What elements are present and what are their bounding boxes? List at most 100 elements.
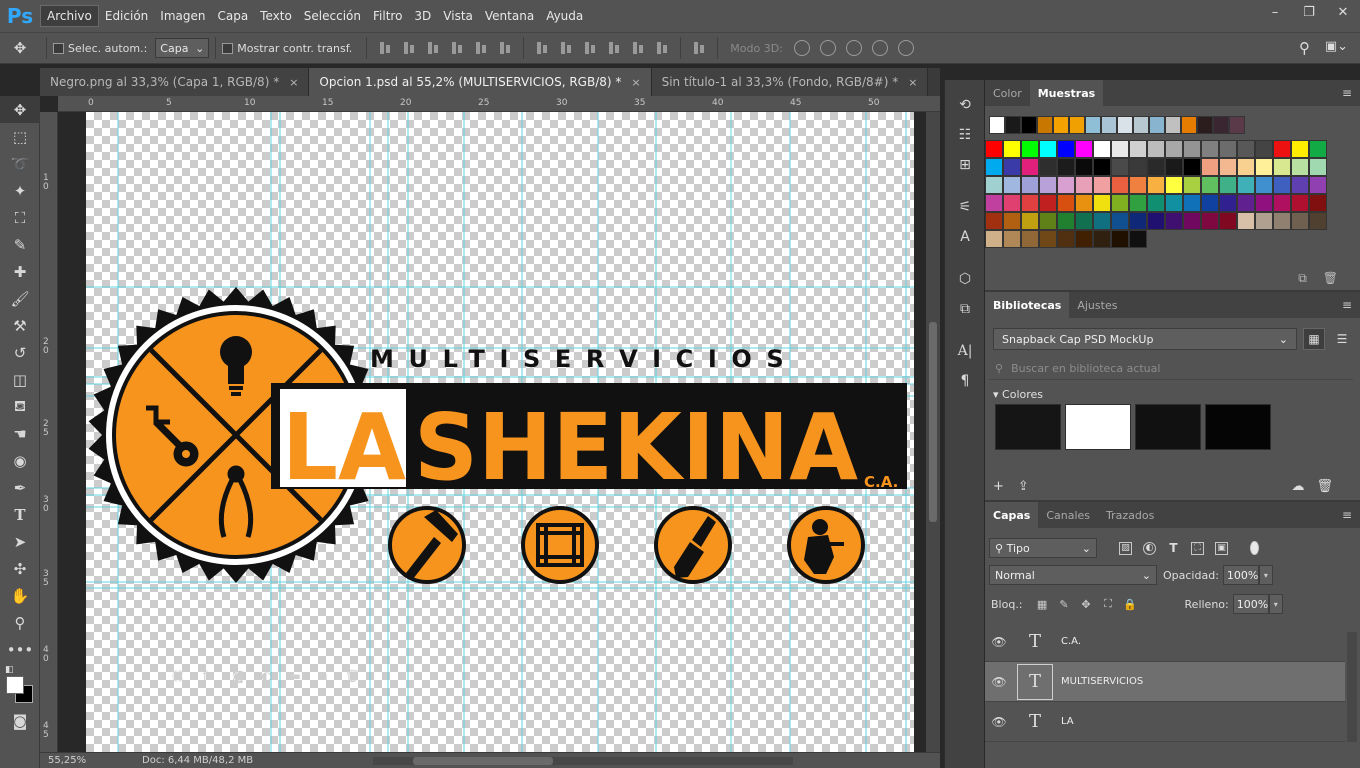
color-swatch[interactable] (1147, 194, 1165, 212)
paragraph-panel-icon[interactable]: ¶ (945, 366, 985, 396)
color-swatch[interactable] (1005, 116, 1021, 134)
color-swatch[interactable] (1273, 212, 1291, 230)
auto-select-target-dropdown[interactable]: Capa ⌄ (155, 38, 210, 58)
dodge-tool-icon[interactable]: ◉ (0, 447, 40, 474)
color-swatch[interactable] (1075, 176, 1093, 194)
color-swatch[interactable] (1273, 176, 1291, 194)
opacity-slider-toggle[interactable]: ▾ (1258, 565, 1273, 585)
move-tool-preset-icon[interactable]: ✥ (0, 35, 40, 62)
library-color-swatch[interactable] (995, 404, 1061, 450)
color-swatch[interactable] (1129, 140, 1147, 158)
color-swatch[interactable] (1219, 194, 1237, 212)
panel-menu-icon[interactable]: ≡ (1342, 86, 1352, 100)
color-swatch[interactable] (1021, 140, 1039, 158)
layers-scrollbar[interactable] (1347, 632, 1357, 742)
fx-icon[interactable]: fx (203, 669, 214, 683)
layer-row[interactable]: 👁 T MULTISERVICIOS (985, 662, 1345, 702)
tab-color[interactable]: Color (985, 80, 1030, 106)
color-swatch[interactable] (1021, 116, 1037, 134)
color-swatch[interactable] (1129, 230, 1147, 248)
move-tool-icon[interactable]: ✥ (0, 96, 40, 123)
new-layer-icon[interactable]: ⧉ (318, 669, 327, 684)
distribute-top-icon[interactable] (535, 41, 549, 55)
distribute-vertical-center-icon[interactable] (559, 41, 573, 55)
color-swatch[interactable] (1021, 194, 1039, 212)
color-swatch[interactable] (985, 194, 1003, 212)
layer-filter-dropdown[interactable]: ⚲ Tipo ⌄ (989, 538, 1097, 558)
hand-tool-icon[interactable]: ✋ (0, 582, 40, 609)
color-swatch[interactable] (1219, 176, 1237, 194)
color-swatch[interactable] (1075, 230, 1093, 248)
color-swatch[interactable] (985, 212, 1003, 230)
color-swatch[interactable] (1093, 140, 1111, 158)
trash-icon[interactable]: 🗑 (345, 669, 360, 683)
color-swatch[interactable] (1165, 176, 1183, 194)
color-swatch[interactable] (1291, 176, 1309, 194)
color-swatch[interactable] (1237, 176, 1255, 194)
menu-seleccion[interactable]: Selección (298, 5, 367, 27)
close-icon[interactable]: × (289, 76, 298, 89)
brush-presets-icon[interactable]: ⚟ (945, 192, 985, 222)
color-swatch[interactable] (1003, 230, 1021, 248)
3d-panel-icon[interactable]: ⬡ (945, 264, 985, 294)
lock-image-pixels-icon[interactable]: ✎ (1058, 598, 1071, 611)
type-layer-filter-icon[interactable]: T (1167, 541, 1180, 555)
more-tools-icon[interactable]: ••• (0, 636, 40, 663)
list-view-icon[interactable]: ☰ (1331, 328, 1353, 350)
filter-toggle-icon[interactable] (1250, 541, 1259, 555)
color-swatch[interactable] (1057, 230, 1075, 248)
link-layers-icon[interactable]: ⛓ (170, 669, 185, 683)
align-left-icon[interactable] (450, 41, 464, 55)
color-swatch[interactable] (1291, 140, 1309, 158)
eye-icon[interactable]: 👁 (985, 715, 1013, 729)
shape-layer-filter-icon[interactable]: ⛶ (1191, 541, 1204, 555)
fill-slider-toggle[interactable]: ▾ (1268, 594, 1283, 614)
color-swatch[interactable] (1237, 194, 1255, 212)
menu-edicion[interactable]: Edición (99, 5, 154, 27)
menu-capa[interactable]: Capa (211, 5, 254, 27)
color-swatch[interactable] (1309, 176, 1327, 194)
healing-brush-tool-icon[interactable]: ✚ (0, 258, 40, 285)
document-tab[interactable]: Sin título-1 al 33,3% (Fondo, RGB/8#) * × (651, 68, 929, 96)
timeline-panel-icon[interactable]: ⧉ (945, 294, 985, 324)
color-swatch[interactable] (1037, 116, 1053, 134)
menu-ayuda[interactable]: Ayuda (540, 5, 589, 27)
menu-filtro[interactable]: Filtro (367, 5, 408, 27)
tab-libraries[interactable]: Bibliotecas (985, 292, 1070, 318)
color-swatch[interactable] (1147, 176, 1165, 194)
color-swatch[interactable] (1219, 140, 1237, 158)
color-swatch[interactable] (1237, 212, 1255, 230)
color-swatch[interactable] (989, 116, 1005, 134)
color-swatch[interactable] (1101, 116, 1117, 134)
align-vertical-center-icon[interactable] (402, 41, 416, 55)
color-swatch[interactable] (1255, 176, 1273, 194)
close-button[interactable]: ✕ (1326, 0, 1360, 24)
library-dropdown[interactable]: Snapback Cap PSD MockUp ⌄ (993, 328, 1297, 350)
color-swatch[interactable] (1201, 212, 1219, 230)
trash-icon[interactable]: 🗑 (1316, 479, 1333, 494)
eye-icon[interactable]: 👁 (985, 635, 1013, 649)
scroll-thumb[interactable] (929, 322, 937, 522)
color-swatch[interactable] (1309, 140, 1327, 158)
roll-3d-icon[interactable] (819, 40, 836, 56)
default-colors-icon[interactable]: ◧ (5, 665, 14, 675)
color-swatch[interactable] (1057, 212, 1075, 230)
color-swatch[interactable] (1111, 230, 1129, 248)
menu-3d[interactable]: 3D (408, 5, 437, 27)
color-swatch[interactable] (1057, 194, 1075, 212)
color-swatch[interactable] (1147, 140, 1165, 158)
brush-tool-icon[interactable]: 🖌 (0, 285, 40, 312)
document-info[interactable]: Doc: 6,44 MB/48,2 MB (90, 755, 253, 766)
pen-tool-icon[interactable]: ✒ (0, 474, 40, 501)
menu-ventana[interactable]: Ventana (479, 5, 540, 27)
color-swatch[interactable] (1165, 194, 1183, 212)
pixel-layer-filter-icon[interactable]: ▨ (1119, 541, 1132, 555)
color-swatch[interactable] (1093, 212, 1111, 230)
lock-all-icon[interactable]: 🔒 (1123, 598, 1137, 611)
eraser-tool-icon[interactable]: ◫ (0, 366, 40, 393)
color-swatch[interactable] (1255, 194, 1273, 212)
marquee-tool-icon[interactable]: ⬚ (0, 123, 40, 150)
color-swatch[interactable] (1183, 176, 1201, 194)
color-swatch[interactable] (1273, 194, 1291, 212)
color-swatch[interactable] (1111, 176, 1129, 194)
